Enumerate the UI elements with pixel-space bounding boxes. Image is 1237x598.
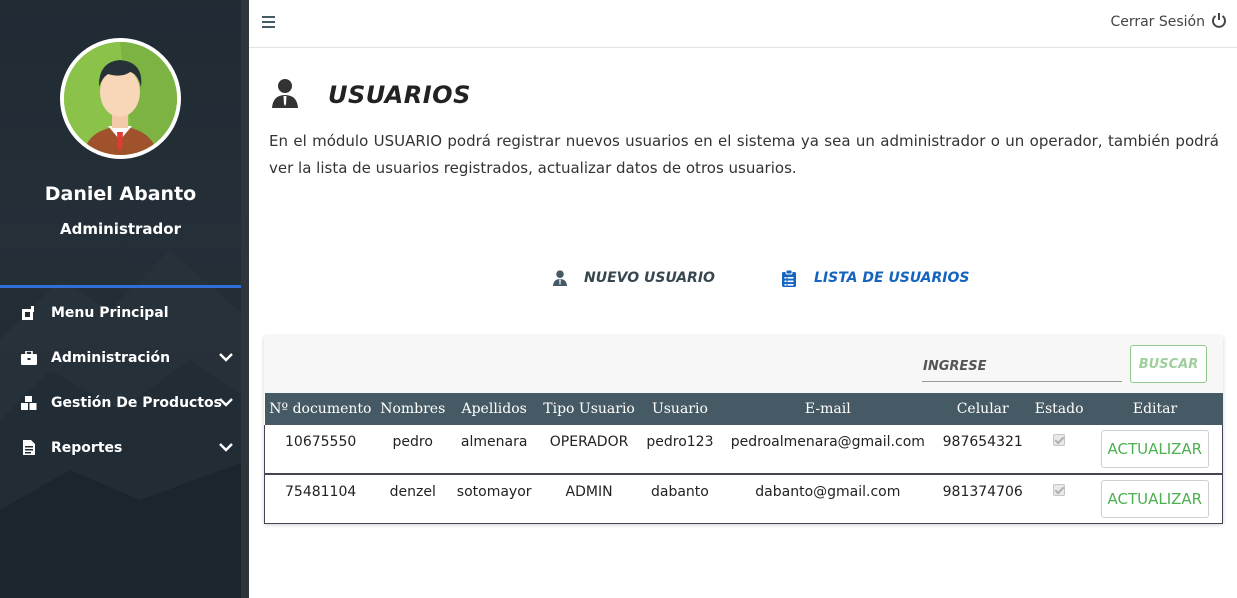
cell-nombres: denzel <box>389 484 436 500</box>
column-header: Celular <box>934 393 1031 425</box>
cell-editar: ACTUALIZAR <box>1087 425 1223 474</box>
tabs: NUEVO USUARIO LISTA DE USUARIOS <box>552 270 972 294</box>
topbar: Cerrar Sesión <box>249 0 1237 48</box>
page-title: USUARIOS <box>328 81 471 109</box>
column-header: Tipo Usuario <box>539 393 639 425</box>
cell-estado <box>1031 425 1088 474</box>
cell-documento: 10675550 <box>264 425 377 474</box>
user-tie-icon <box>552 270 568 286</box>
column-header: Nombres <box>376 393 450 425</box>
hamburger-menu-icon[interactable] <box>261 14 277 30</box>
sidebar-edge <box>241 0 249 598</box>
chevron-down-icon <box>219 350 233 366</box>
clipboard-list-icon <box>782 270 798 287</box>
cell-estado <box>1031 474 1088 523</box>
column-header: Apellidos <box>449 393 540 425</box>
cell-editar: ACTUALIZAR <box>1087 474 1223 523</box>
table-row: 75481104 denzel sotomayor ADMIN dabanto … <box>264 474 1223 523</box>
user-role: Administrador <box>60 220 181 238</box>
cell-nombres: pedro <box>392 434 433 450</box>
search-input[interactable] <box>922 352 1122 382</box>
update-button[interactable]: ACTUALIZAR <box>1100 430 1209 468</box>
cell-celular: 987654321 <box>942 434 1023 450</box>
cell-apellidos: almenara <box>460 434 528 450</box>
column-header: Nº documento <box>264 393 377 425</box>
sidebar-item-label: Menu Principal <box>51 304 169 321</box>
table-header-row: Nº documento Nombres Apellidos Tipo Usua… <box>264 393 1223 425</box>
cell-tipo-usuario: ADMIN <box>565 484 613 500</box>
sidebar: Daniel Abanto Administrador Menu Princip… <box>0 0 249 598</box>
file-icon <box>20 439 38 457</box>
cell-celular: 981374706 <box>942 484 1023 500</box>
tab-label: NUEVO USUARIO <box>584 270 715 286</box>
update-button[interactable]: ACTUALIZAR <box>1100 480 1209 518</box>
table-row: 10675550 pedro almenara OPERADOR pedro12… <box>264 425 1223 474</box>
briefcase-icon <box>20 349 38 367</box>
page-description: En el módulo USUARIO podrá registrar nue… <box>269 132 1219 177</box>
column-header: E-mail <box>720 393 935 425</box>
sidebar-item-label: Reportes <box>51 439 123 456</box>
cell-documento: 75481104 <box>264 474 377 523</box>
sidebar-menu: Menu Principal Administración Gestión De… <box>0 290 241 470</box>
tab-label: LISTA DE USUARIOS <box>814 270 970 286</box>
sidebar-item-gestion-productos[interactable]: Gestión De Productos <box>0 380 241 425</box>
sidebar-item-administracion[interactable]: Administración <box>0 335 241 380</box>
user-name: Daniel Abanto <box>44 183 197 205</box>
cell-tipo-usuario: OPERADOR <box>549 434 629 450</box>
sidebar-item-menu-principal[interactable]: Menu Principal <box>0 290 241 335</box>
logout-button[interactable]: Cerrar Sesión <box>1110 12 1227 32</box>
sidebar-divider <box>0 285 241 288</box>
tab-lista-usuarios[interactable]: LISTA DE USUARIOS <box>782 270 970 287</box>
boxes-icon <box>20 394 38 412</box>
column-header: Editar <box>1087 393 1223 425</box>
avatar-image <box>64 42 177 155</box>
estado-checkbox[interactable] <box>1053 484 1066 496</box>
cell-usuario: dabanto <box>651 484 709 500</box>
column-header: Usuario <box>638 393 721 425</box>
avatar <box>60 38 181 159</box>
tab-nuevo-usuario[interactable]: NUEVO USUARIO <box>552 270 715 286</box>
user-tie-icon <box>270 78 300 112</box>
cell-apellidos: sotomayor <box>456 484 532 500</box>
sidebar-item-reportes[interactable]: Reportes <box>0 425 241 470</box>
power-icon <box>1211 12 1227 32</box>
column-header: Estado <box>1030 393 1088 425</box>
cell-usuario: pedro123 <box>646 434 714 450</box>
cell-email: pedroalmenara@gmail.com <box>730 434 925 450</box>
page-header: USUARIOS <box>270 78 471 112</box>
search-button[interactable]: BUSCAR <box>1130 345 1207 383</box>
cell-email: dabanto@gmail.com <box>755 484 901 500</box>
logout-label: Cerrar Sesión <box>1110 14 1205 30</box>
sidebar-item-label: Gestión De Productos <box>51 394 222 411</box>
chevron-down-icon <box>219 440 233 456</box>
sidebar-item-label: Administración <box>51 349 171 366</box>
search-bar: BUSCAR <box>264 336 1223 393</box>
estado-checkbox[interactable] <box>1053 434 1066 446</box>
dashboard-icon <box>20 304 38 322</box>
users-table: Nº documento Nombres Apellidos Tipo Usua… <box>264 393 1223 524</box>
chevron-down-icon <box>219 395 233 411</box>
users-panel: BUSCAR Nº documento Nombres Apellidos Ti… <box>264 336 1223 524</box>
